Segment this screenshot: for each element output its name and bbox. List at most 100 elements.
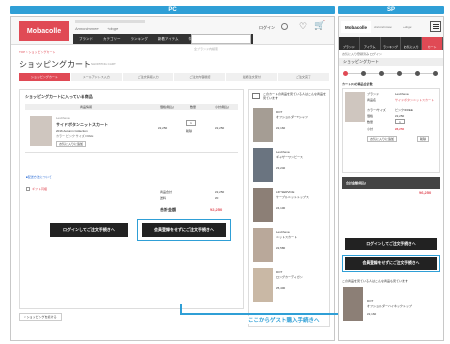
sp-total-label: 合計金額(税込) (346, 181, 366, 185)
sp-rec-image-1[interactable] (343, 287, 363, 321)
pc-frame: Mobacolle Annonimmee +doge ブランド カテゴリー ラン… (10, 16, 335, 341)
pc-partner-2: +doge (107, 26, 119, 31)
col-product: 商品情報 (80, 105, 93, 109)
sp-brand-label: ブランド (367, 92, 380, 96)
sp-price-label: 価格 (367, 114, 374, 118)
sp-partner-2: +doge (403, 25, 412, 29)
summary-value-2: ¥0 (215, 196, 219, 200)
sp-delete-button[interactable]: 削除 (417, 136, 430, 142)
sp-add-favorite-button[interactable]: お気に入りに追加 (367, 136, 398, 142)
sp-title: ショッピングカート (343, 59, 379, 64)
sp-quantity-select[interactable]: 1 (395, 119, 405, 124)
rec-image-3[interactable] (253, 188, 273, 222)
product-name[interactable]: サイドボタンニットスカート (56, 122, 108, 127)
sp-product-image[interactable] (345, 92, 365, 122)
sp-step-line (345, 73, 437, 74)
product-brand[interactable]: LesCheva (56, 116, 70, 120)
sp-login-checkout-button[interactable]: ログインしてご注文手続きへ (345, 238, 437, 250)
col-subtotal: 小計(税込) (215, 105, 229, 109)
rec-price-2: ¥3,240 (276, 166, 286, 170)
sp-name-label: 商品名 (367, 98, 377, 102)
pc-nav-new[interactable]: 新着アイテム (158, 37, 179, 42)
total-label: 合計金額 (160, 207, 176, 212)
shipping-info-link[interactable]: ■配送方法について (26, 175, 52, 179)
sp-price: ¥2,250 (395, 114, 405, 118)
sp-login-text[interactable]: お気に入り登録済み ログイン (342, 52, 442, 56)
rec-brand-3: LIP SERVICE (276, 190, 295, 194)
step-1: ショッピングカート (19, 73, 70, 81)
rec-image-5[interactable] (253, 268, 273, 302)
sp-step-dot-2 (361, 71, 366, 76)
cart-panel: ショッピングカートに入っている商品 商品情報 価格(税込) 数量 小計(税込) … (19, 89, 244, 309)
mail-icon (252, 93, 260, 99)
product-variant: カラー ピンク サイズ FREE (56, 134, 94, 138)
add-favorite-button[interactable]: お気に入りに追加 (56, 141, 87, 147)
login-checkout-button[interactable]: ログインしてご注文手続きへ (50, 223, 128, 237)
recommend-heading: このカートの商品を見ている人はこんな商品を見ています (263, 92, 327, 100)
sp-frame: Mobacolle Annonimmee +doge ブランド アイテム ランキ… (338, 16, 444, 341)
sp-step-dot-5 (415, 71, 420, 76)
rec-image-2[interactable] (253, 148, 273, 182)
rec-brand-4: LesCheva (276, 230, 290, 234)
pc-nav-category[interactable]: カテゴリー (103, 37, 121, 42)
product-image[interactable] (30, 116, 52, 146)
quantity-select[interactable]: 1 (186, 120, 196, 126)
rec-price-4: ¥2,580 (276, 246, 286, 250)
rec-price-1: ¥2,160 (276, 126, 286, 130)
rec-name-4[interactable]: ニットスカート (276, 235, 326, 239)
rec-name-2[interactable]: ギャザーワンピース (276, 155, 326, 159)
rec-name-1[interactable]: オフショルダーTシャツ (276, 115, 326, 119)
step-3: ご注文情報入力 (122, 73, 174, 81)
sp-step-dot-6 (433, 71, 438, 76)
summary-value-1: ¥2,250 (215, 190, 225, 194)
guest-annotation: ここからゲスト購入手続きへ (246, 316, 322, 324)
rec-image-1[interactable] (253, 108, 273, 142)
divider (25, 152, 238, 153)
user-icon[interactable] (281, 23, 288, 30)
pc-search-input[interactable]: 全ブランド内検索 (191, 34, 251, 51)
rec-name-3[interactable]: ケーブルニットトップス (276, 195, 326, 199)
rec-price-5: ¥5,400 (276, 286, 286, 290)
pc-logo[interactable]: Mobacolle (19, 21, 69, 41)
sp-logo[interactable]: Mobacolle (341, 21, 371, 33)
gift-checkbox[interactable] (26, 187, 30, 191)
sp-step-dot-4 (397, 71, 402, 76)
sp-rec-name-1[interactable]: オフショルダーハイネックトップ (367, 304, 439, 308)
sp-brand: LesCheva (395, 92, 409, 96)
sp-step-dot-3 (379, 71, 384, 76)
continue-shopping-link[interactable]: < ショッピングを続ける (19, 313, 62, 321)
pc-nav-ranking[interactable]: ランキング (131, 37, 148, 42)
sp-nav-cart[interactable]: カート (422, 37, 443, 50)
pc-tagline (75, 20, 145, 23)
product-subtotal: ¥2,250 (215, 126, 225, 130)
heart-icon[interactable]: ♡ (299, 22, 307, 32)
step-5: 最終注文受付 (226, 73, 278, 81)
sp-title-bar: ショッピングカート (339, 58, 443, 66)
step-6: ご注文完了 (278, 73, 329, 81)
rec-name-5[interactable]: ロングカーディガン (276, 275, 326, 279)
sp-qty-label: 数量 (367, 120, 374, 124)
sp-label: SP (338, 6, 444, 14)
sp-partner-1: Annonimmee (374, 25, 392, 29)
step-2: メールアドレス入力 (70, 73, 122, 81)
pc-nav-brand[interactable]: ブランド (79, 37, 93, 42)
menu-icon[interactable] (430, 21, 441, 32)
col-price: 価格(税込) (160, 105, 174, 109)
cart-icon[interactable]: 🛒 (314, 21, 325, 31)
sp-rec-price-1: ¥2,160 (367, 312, 377, 316)
delete-link[interactable]: 削除 (186, 129, 192, 133)
step-4: ご注文内容確認 (174, 73, 226, 81)
rec-brand-5: DOT (276, 270, 283, 274)
rec-image-4[interactable] (253, 228, 273, 262)
sp-nav-favorite[interactable]: お気に入り (401, 37, 423, 50)
sp-total-bar: 合計金額(税込) (342, 177, 440, 189)
sp-nav-ranking[interactable]: ランキング (381, 37, 402, 50)
breadcrumb: TOP > ショッピングカート (19, 50, 56, 54)
pc-login-link[interactable]: ログイン (259, 25, 275, 30)
guest-checkout-button[interactable]: 会員登録をせずにご注文手続きへ (142, 223, 226, 237)
sp-product-name[interactable]: サイドボタンニットスカート (395, 98, 439, 102)
sp-nav-item[interactable]: アイテム (360, 37, 381, 50)
sp-item-card: ブランド LesCheva 商品名 サイドボタンニットスカート カラー/サイズ … (342, 88, 440, 173)
sp-guest-checkout-button[interactable]: 会員登録をせずにご注文手続きへ (345, 257, 437, 270)
sp-nav-brand[interactable]: ブランド (339, 37, 360, 50)
